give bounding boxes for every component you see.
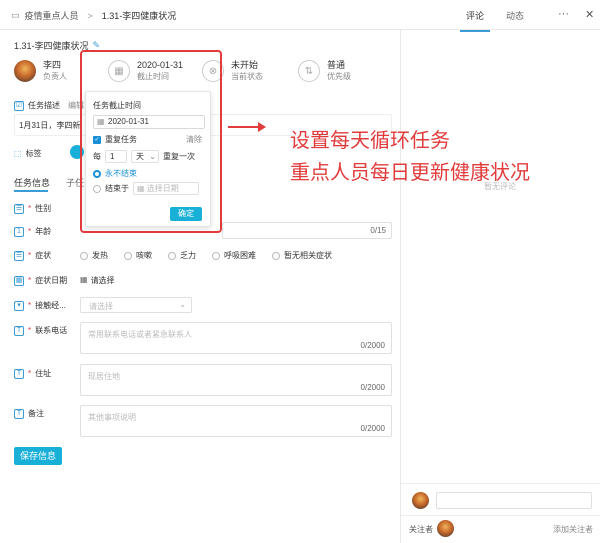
note-counter: 0/2000 [360,424,385,433]
symptom-option-fever[interactable]: 发热 [80,250,108,261]
comment-input[interactable] [436,492,592,509]
divider [401,483,600,484]
popup-title: 任务截止时间 [93,101,141,110]
folder-icon: ▭ [11,10,20,20]
gender-label: ☰ * 性别 [14,203,52,214]
annotation-line1: 设置每天循环任务 [290,128,450,152]
close-icon[interactable]: ✕ [585,8,594,21]
phone-input[interactable]: 常用联系电话或者紧急联系人 0/2000 [80,322,392,354]
popup-date-input[interactable]: ▦ 2020-01-31 [93,115,205,129]
tab-underline [14,190,48,192]
unit-select[interactable]: 天 ⌄ [131,150,159,163]
repeat-interval-row: 每 1 天 ⌄ 重复一次 [93,150,195,163]
symptom-option-fatigue[interactable]: 乏力 [168,250,196,261]
symptom-option-cough[interactable]: 咳嗽 [124,250,152,261]
breadcrumb-current: 1.31-李四健康状况 [101,11,177,21]
tag-icon: ⬚ [14,149,22,158]
note-input[interactable]: 其他事项说明 0/2000 [80,405,392,437]
owner-name: 李四 [43,60,62,70]
save-button[interactable]: 保存信息 [14,447,62,465]
age-label: 1 * 年龄 [14,226,51,237]
address-label: T * 住址 [14,368,51,379]
address-counter: 0/2000 [360,383,385,392]
tab-comments[interactable]: 评论 [459,9,491,32]
priority-label: 优先级 [327,72,351,81]
chevron-down-icon: ⌄ [149,152,156,161]
text-field-icon: T [14,325,24,336]
owner-block[interactable]: 李四 负责人 [14,60,67,82]
phone-counter: 0/2000 [360,341,385,350]
right-tabs: 评论 动态 [459,9,524,32]
never-end-option[interactable]: 永不结束 [93,168,137,179]
breadcrumb-separator: > [87,10,93,21]
text-field-icon: T [14,408,24,419]
panel-divider [400,30,401,543]
multi-select-icon: ☰ [14,250,24,261]
calendar-icon: ▦ [137,184,145,193]
top-icons: ··· ✕ [558,8,594,21]
end-date-input[interactable]: ▦ 选择日期 [133,182,199,195]
text-field-icon: T [14,368,24,379]
age-counter: 0/15 [370,226,386,235]
no-comments-text: 暂无评论 [484,182,516,191]
priority-value: 普通 [327,60,346,70]
more-icon[interactable]: ··· [558,8,569,21]
avatar [437,520,454,537]
divider [401,515,600,516]
note-label: T 备注 [14,408,44,419]
symptom-options: 发热 咳嗽 乏力 呼吸困难 暂无相关症状 [80,250,332,261]
contact-select[interactable]: 请选择 ⌄ [80,297,192,313]
owner-role: 负责人 [43,72,67,81]
symptom-option-none[interactable]: 暂无相关症状 [272,250,332,261]
end-at-option[interactable]: 结束于 ▦ 选择日期 [93,182,199,195]
breadcrumb: ▭ 疫情重点人员 > 1.31-李四健康状况 [11,9,176,22]
tags-row: ⬚ 标签 [14,149,42,158]
single-select-icon: ☰ [14,203,24,214]
confirm-button[interactable]: 确定 [170,207,202,221]
followers-label: 关注者 [409,525,433,534]
breadcrumb-parent[interactable]: 疫情重点人员 [25,9,79,22]
deadline-popup: 任务截止时间 ▦ 2020-01-31 ✓ 重复任务 清除 每 1 天 ⌄ 重复… [85,91,211,227]
status-value: 未开始 [231,60,259,70]
calendar-icon: ▦ [97,117,105,126]
priority-block[interactable]: ⇅ 普通 优先级 [298,60,351,82]
symptom-date-picker[interactable]: ▦ 请选择 [80,275,115,286]
description-label-row: ☑ 任务描述 编辑 [14,100,84,111]
phone-label: T * 联系电话 [14,325,67,336]
tab-activity[interactable]: 动态 [506,9,524,22]
avatar [14,60,36,82]
address-input[interactable]: 现居住地 0/2000 [80,364,392,396]
priority-icon: ⇅ [298,60,320,82]
arrow [228,126,260,128]
number-icon: 1 [14,226,24,237]
date-field-icon: ▦ [14,275,24,286]
repeat-task-checkbox[interactable]: ✓ [93,135,101,144]
clear-link[interactable]: 清除 [186,134,202,145]
avatar [412,492,429,509]
contact-label: ▾ * 接触经... [14,300,66,311]
interval-input[interactable]: 1 [105,150,127,163]
calendar-icon: ▦ [80,275,88,284]
symptoms-label: ☰ * 症状 [14,250,52,261]
chevron-down-icon: ⌄ [179,300,186,309]
description-icon: ☑ [14,100,24,111]
symptom-option-dyspnea[interactable]: 呼吸困难 [212,250,256,261]
age-input[interactable]: 0/15 [222,222,392,239]
status-label: 当前状态 [231,72,263,81]
dropdown-field-icon: ▾ [14,300,24,311]
arrow-head [258,122,266,132]
symptom-date-label: ▦ * 症状日期 [14,275,68,286]
repeat-task-row: ✓ 重复任务 [93,135,137,144]
add-follower-link[interactable]: 添加关注者 [553,524,593,535]
tab-task-info[interactable]: 任务信息 [14,176,50,189]
